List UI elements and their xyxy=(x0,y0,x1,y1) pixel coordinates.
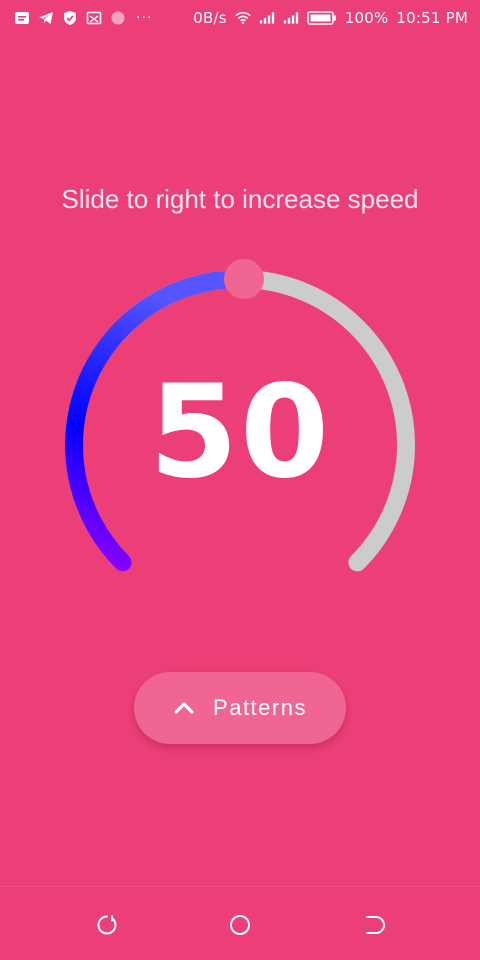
home-button[interactable] xyxy=(227,912,253,938)
message-icon xyxy=(14,10,30,26)
back-button[interactable] xyxy=(360,912,386,938)
status-bar: ··· 0B/s 100% 10:51 PM xyxy=(0,0,480,36)
nav-divider xyxy=(0,886,480,887)
battery-icon xyxy=(306,10,337,26)
dot-icon xyxy=(110,10,126,26)
instruction-text: Slide to right to increase speed xyxy=(61,184,419,214)
recent-apps-icon xyxy=(97,915,117,935)
speed-value: 50 xyxy=(148,358,332,507)
navigation-bar xyxy=(0,888,480,960)
recent-apps-button[interactable] xyxy=(94,912,120,938)
battery-percent: 100% xyxy=(344,9,389,27)
signal-icon xyxy=(259,10,275,26)
status-bar-left: ··· xyxy=(14,10,152,26)
patterns-button[interactable]: Patterns xyxy=(134,672,346,744)
signal-icon-2 xyxy=(283,10,299,26)
status-bar-right: 0B/s 100% 10:51 PM xyxy=(193,9,468,27)
speed-dial[interactable]: 50 xyxy=(40,250,440,650)
home-icon xyxy=(230,915,250,935)
shield-icon xyxy=(62,10,78,26)
clock: 10:51 PM xyxy=(396,9,468,27)
telegram-icon xyxy=(38,10,54,26)
chevron-up-icon xyxy=(173,700,195,716)
speed-slider-thumb[interactable] xyxy=(224,259,264,299)
overflow-dots: ··· xyxy=(136,10,153,26)
patterns-button-label: Patterns xyxy=(213,695,307,720)
network-speed: 0B/s xyxy=(193,9,227,27)
back-icon xyxy=(366,916,385,934)
cast-icon xyxy=(86,10,102,26)
wifi-icon xyxy=(235,10,251,26)
